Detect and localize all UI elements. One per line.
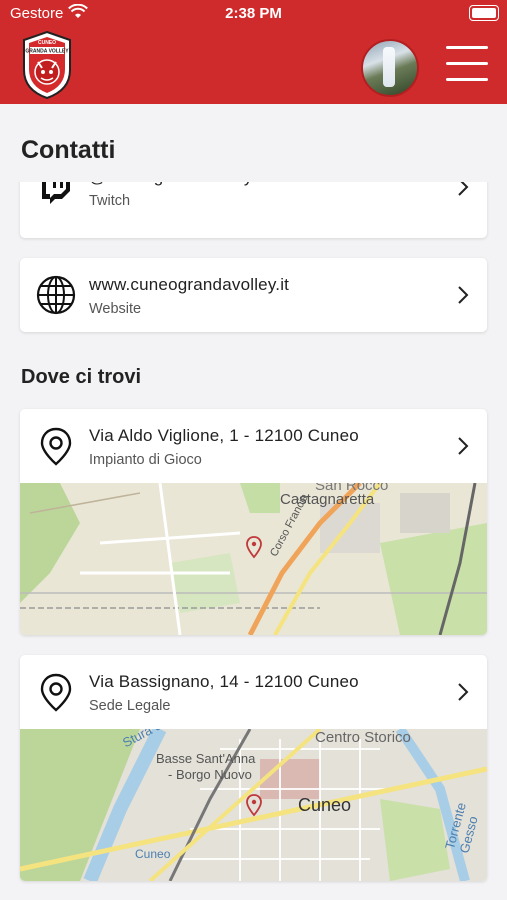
content-area[interactable]: Contatti @cuneograndavolley Twitch Conta… [0,104,507,900]
location-label: Impianto di Gioco [89,452,202,468]
location-address: Via Aldo Viglione, 1 - 12100 Cuneo [89,426,359,445]
user-avatar[interactable] [361,39,419,97]
svg-text:GRANDA VOLLEY: GRANDA VOLLEY [25,49,69,55]
header-bar: CUNEO GRANDA VOLLEY [0,28,507,104]
globe-icon [36,275,76,315]
club-logo[interactable]: CUNEO GRANDA VOLLEY [20,30,74,100]
location-pin-icon [40,673,72,712]
map-preview[interactable]: Centro Storico Stura di De Basse Sant'An… [20,729,487,881]
hamburger-icon[interactable] [446,43,488,83]
contact-card-website[interactable]: www.cuneograndavolley.it Website [20,258,487,332]
chevron-right-icon [458,437,469,455]
contact-url: www.cuneograndavolley.it [89,275,290,294]
clock: 2:38 PM [225,5,282,22]
location-pin-icon [40,427,72,466]
contact-row[interactable]: www.cuneograndavolley.it Website [20,258,487,332]
map-label: Cuneo [298,795,352,815]
location-row[interactable]: Via Bassignano, 14 - 12100 Cuneo Sede Le… [20,655,487,729]
section-title: Dove ci trovi [21,366,142,388]
map-preview[interactable]: San Rocco Castagnaretta Corso Francia [20,483,487,635]
contact-type: Website [89,301,142,317]
location-address: Via Bassignano, 14 - 12100 Cuneo [89,672,359,691]
battery-icon [469,5,499,21]
page-title-overlay: Contatti [21,136,116,164]
chevron-right-icon [458,683,469,701]
map-label: Cuneo [135,847,171,861]
map-label: Centro Storico [315,729,411,746]
location-card-office[interactable]: Via Bassignano, 14 - 12100 Cuneo Sede Le… [20,655,487,881]
map-label: - Borgo Nuovo [168,767,252,782]
location-label: Sede Legale [89,698,171,714]
map-label: Basse Sant'Anna [156,751,256,766]
svg-text:CUNEO: CUNEO [38,40,56,46]
location-row[interactable]: Via Aldo Viglione, 1 - 12100 Cuneo Impia… [20,409,487,483]
chevron-right-icon [458,286,469,304]
location-card-venue[interactable]: Via Aldo Viglione, 1 - 12100 Cuneo Impia… [20,409,487,635]
contact-type: Twitch [89,193,131,209]
status-bar: Gestore 2:38 PM [0,0,507,28]
